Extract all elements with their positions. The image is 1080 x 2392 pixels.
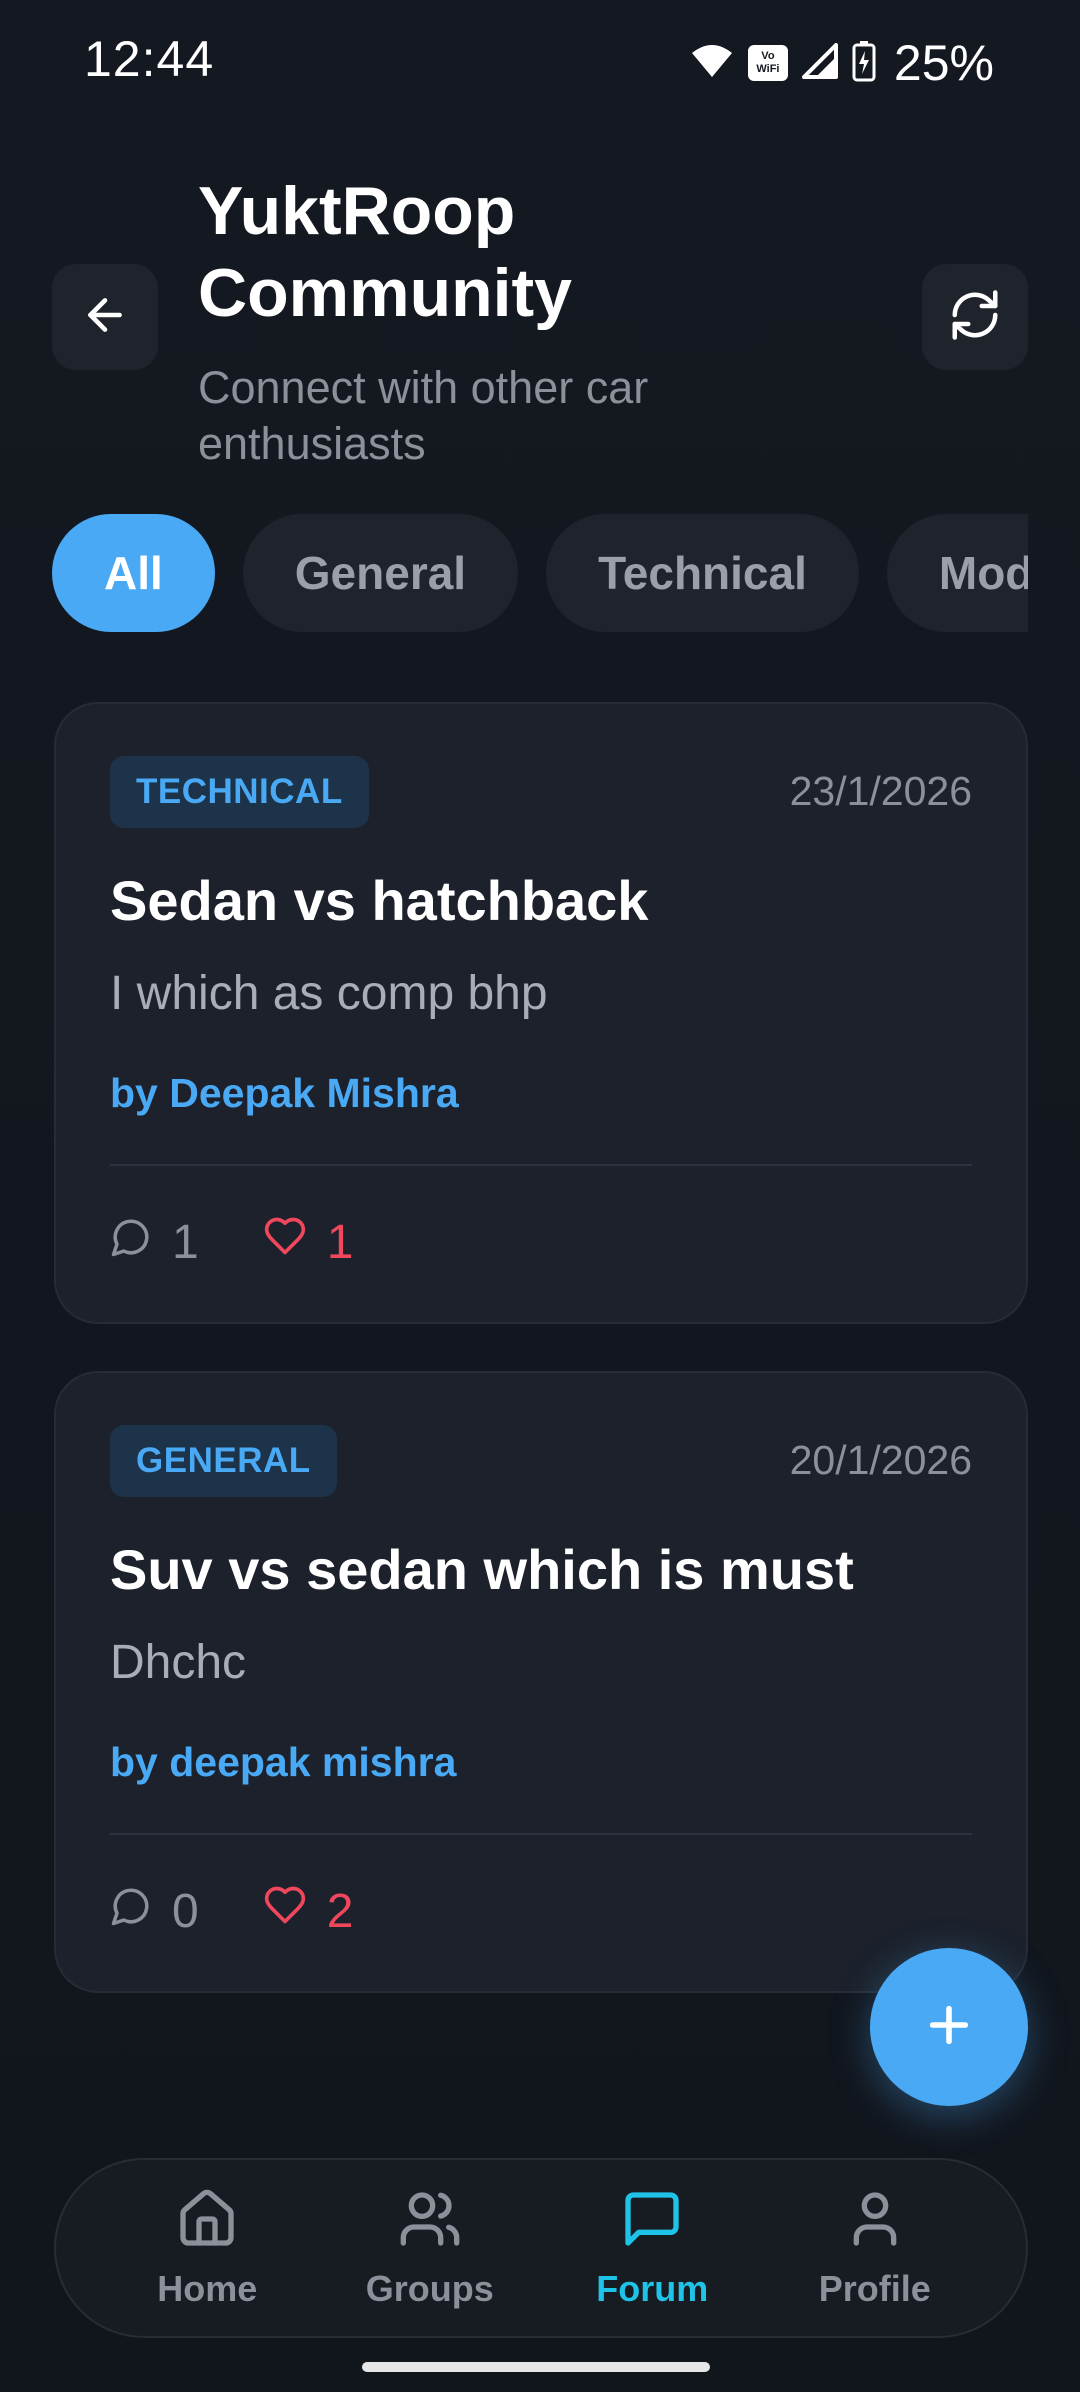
filter-chip-all[interactable]: All [52, 514, 215, 632]
nav-label-forum: Forum [596, 2267, 709, 2309]
nav-item-profile[interactable]: Profile [775, 2187, 975, 2310]
refresh-button[interactable] [922, 264, 1028, 370]
battery-charging-icon [852, 40, 876, 87]
comment-count-button[interactable]: 1 [110, 1215, 199, 1270]
filter-chip-technical[interactable]: Technical [546, 514, 859, 632]
wifi-icon [690, 43, 734, 84]
like-button[interactable]: 2 [263, 1883, 354, 1939]
comment-icon [110, 1884, 152, 1939]
refresh-icon [948, 288, 1002, 347]
comment-icon [110, 1215, 152, 1270]
post-body: Dhchc [110, 1636, 247, 1689]
post-body: I which as comp bhp [110, 967, 548, 1020]
category-chips: All General Technical Mods [52, 514, 1028, 632]
post-author: by deepak mishra [110, 1739, 457, 1785]
heart-icon [263, 1214, 307, 1270]
page-title: YuktRoop Community [198, 173, 572, 331]
comment-count: 1 [172, 1215, 199, 1269]
plus-icon [921, 1997, 977, 2058]
nav-item-home[interactable]: Home [107, 2187, 307, 2310]
comment-count: 0 [172, 1884, 199, 1938]
category-badge: TECHNICAL [110, 756, 369, 828]
post-stats: 0 2 [110, 1883, 417, 1939]
status-icons: Vo WiFi 25% [690, 34, 994, 92]
post-date: 23/1/2026 [789, 768, 972, 814]
post-stats: 1 1 [110, 1214, 417, 1270]
users-icon [398, 2187, 462, 2256]
post-card[interactable]: GENERAL 20/1/2026 Suv vs sedan which is … [54, 1371, 1028, 1993]
forum-screen: 12:44 Vo WiFi 25% YuktRoop Community Con… [0, 0, 1080, 2392]
arrow-left-icon [80, 290, 130, 345]
nav-label-profile: Profile [818, 2267, 931, 2309]
nav-item-forum[interactable]: Forum [552, 2187, 752, 2310]
card-divider [110, 1164, 972, 1166]
card-divider [110, 1833, 972, 1835]
home-indicator[interactable] [362, 2362, 710, 2372]
heart-icon [263, 1883, 307, 1939]
post-title: Suv vs sedan which is must [110, 1538, 854, 1601]
bottom-navigation: Home Groups Forum Profile [54, 2158, 1028, 2338]
filter-chip-general[interactable]: General [242, 514, 519, 632]
category-filter-bar[interactable]: All General Technical Mods [52, 514, 1028, 634]
like-count: 2 [326, 1884, 354, 1938]
vowifi-icon: Vo WiFi [747, 45, 788, 81]
post-author: by Deepak Mishra [110, 1070, 459, 1116]
user-icon [843, 2187, 907, 2256]
back-button[interactable] [52, 264, 158, 370]
nav-label-home: Home [157, 2267, 258, 2309]
new-post-button[interactable] [870, 1948, 1028, 2106]
post-card[interactable]: TECHNICAL 23/1/2026 Sedan vs hatchback I… [54, 702, 1028, 1324]
filter-chip-mods[interactable]: Mods [886, 514, 1028, 632]
category-badge: GENERAL [110, 1425, 337, 1497]
status-time: 12:44 [84, 31, 215, 87]
like-button[interactable]: 1 [263, 1214, 354, 1270]
signal-icon [801, 42, 838, 84]
comment-count-button[interactable]: 0 [110, 1884, 199, 1939]
home-icon [175, 2187, 239, 2256]
nav-label-groups: Groups [365, 2267, 494, 2309]
post-title: Sedan vs hatchback [110, 869, 649, 932]
status-bar: 12:44 Vo WiFi 25% [0, 0, 1080, 124]
post-date: 20/1/2026 [789, 1437, 972, 1483]
like-count: 1 [326, 1215, 354, 1269]
page-subtitle: Connect with other car enthusiasts [198, 362, 649, 469]
nav-item-groups[interactable]: Groups [330, 2187, 530, 2310]
chat-icon [620, 2187, 684, 2256]
battery-percent: 25% [893, 35, 994, 91]
